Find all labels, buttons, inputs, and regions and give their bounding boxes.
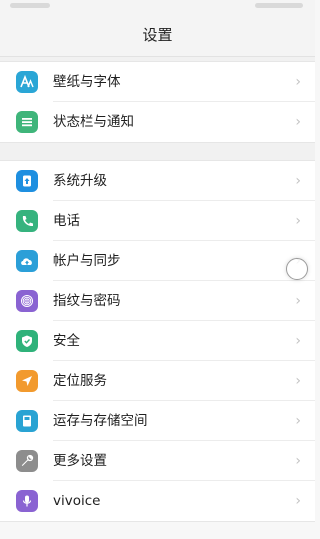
chevron-right-icon: › xyxy=(295,114,301,130)
chevron-right-icon: › xyxy=(295,373,301,389)
settings-item-label: 定位服务 xyxy=(53,373,107,389)
settings-item-wallpaper-font[interactable]: 壁纸与字体 › xyxy=(0,62,315,102)
settings-item-more-settings[interactable]: 更多设置 › xyxy=(0,441,315,481)
chevron-right-icon: › xyxy=(295,333,301,349)
settings-group-1: 壁纸与字体 › 状态栏与通知 › xyxy=(0,61,315,143)
fingerprint-icon xyxy=(16,290,38,312)
settings-item-statusbar-notification[interactable]: 状态栏与通知 › xyxy=(0,102,315,142)
chevron-right-icon: › xyxy=(295,74,301,90)
settings-item-label: 安全 xyxy=(53,333,80,349)
cloud-sync-icon xyxy=(16,250,38,272)
page-title: 设置 xyxy=(142,25,173,44)
settings-item-label: 状态栏与通知 xyxy=(53,114,134,130)
notification-icon xyxy=(16,111,38,133)
phone-icon xyxy=(16,210,38,232)
settings-item-account-sync[interactable]: 帐户与同步 › xyxy=(0,241,315,281)
settings-item-label: 运存与存储空间 xyxy=(53,413,148,429)
settings-item-label: vivoice xyxy=(53,493,101,509)
wrench-icon xyxy=(16,450,38,472)
section-gap xyxy=(0,143,315,160)
settings-item-label: 帐户与同步 xyxy=(53,253,121,269)
floating-assist-ball[interactable] xyxy=(286,258,308,280)
status-bar xyxy=(0,0,315,12)
chevron-right-icon: › xyxy=(295,213,301,229)
settings-item-label: 电话 xyxy=(53,213,80,229)
settings-item-vivoice[interactable]: vivoice › xyxy=(0,481,315,521)
location-icon xyxy=(16,370,38,392)
settings-item-label: 系统升级 xyxy=(53,173,107,189)
chevron-right-icon: › xyxy=(295,173,301,189)
shield-icon xyxy=(16,330,38,352)
chevron-right-icon: › xyxy=(295,293,301,309)
settings-item-phone[interactable]: 电话 › xyxy=(0,201,315,241)
wallpaper-font-icon xyxy=(16,71,38,93)
settings-item-label: 指纹与密码 xyxy=(53,293,121,309)
settings-item-memory-storage[interactable]: 运存与存储空间 › xyxy=(0,401,315,441)
settings-group-2: 系统升级 › 电话 › 帐户与同步 › 指纹与密码 › 安全 › xyxy=(0,160,315,522)
settings-item-label: 更多设置 xyxy=(53,453,107,469)
status-bar-left-blur xyxy=(10,3,50,8)
microphone-icon xyxy=(16,490,38,512)
app-header: 设置 xyxy=(0,12,315,57)
storage-icon xyxy=(16,410,38,432)
chevron-right-icon: › xyxy=(295,413,301,429)
chevron-right-icon: › xyxy=(295,453,301,469)
status-bar-right-blur xyxy=(255,3,303,8)
settings-item-location-service[interactable]: 定位服务 › xyxy=(0,361,315,401)
chevron-right-icon: › xyxy=(295,493,301,509)
settings-item-system-update[interactable]: 系统升级 › xyxy=(0,161,315,201)
system-update-icon xyxy=(16,170,38,192)
settings-item-security[interactable]: 安全 › xyxy=(0,321,315,361)
settings-item-label: 壁纸与字体 xyxy=(53,74,121,90)
settings-item-fingerprint-password[interactable]: 指纹与密码 › xyxy=(0,281,315,321)
